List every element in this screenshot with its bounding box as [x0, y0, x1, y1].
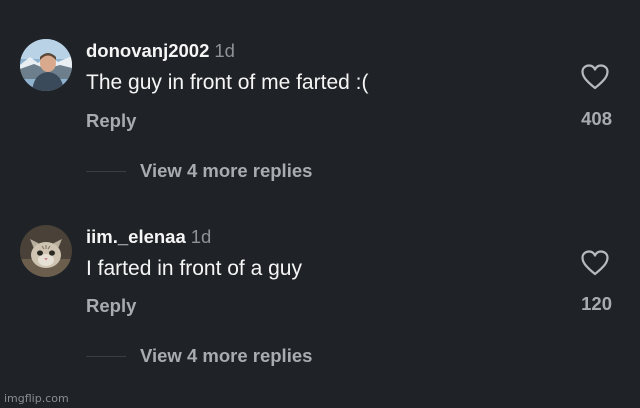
view-more-replies-button[interactable]: View 4 more replies [86, 159, 312, 183]
watermark: imgflip.com [4, 392, 69, 405]
view-more-replies-button[interactable]: View 4 more replies [86, 344, 312, 368]
comments-panel: donovanj2002 1d The guy in front of me fa… [0, 0, 640, 408]
comment-meta: donovanj2002 1d [86, 40, 235, 62]
avatar[interactable] [20, 39, 72, 91]
reply-button[interactable]: Reply [86, 110, 136, 132]
username[interactable]: iim._elenaa [86, 226, 186, 247]
view-replies-label: View 4 more replies [140, 345, 313, 366]
like-count: 408 [581, 108, 612, 129]
username[interactable]: donovanj2002 [86, 40, 209, 61]
timestamp: 1d [214, 40, 235, 61]
avatar[interactable] [20, 225, 72, 277]
divider [86, 170, 126, 172]
divider [86, 355, 126, 357]
comment-text: I farted in front of a guy [86, 257, 302, 280]
heart-outline-icon[interactable] [581, 64, 609, 90]
heart-outline-icon[interactable] [581, 250, 609, 276]
person-outdoors-avatar-icon [20, 39, 72, 91]
like-count: 120 [581, 293, 612, 314]
timestamp: 1d [190, 226, 212, 247]
view-replies-label: View 4 more replies [140, 160, 313, 181]
comment-meta: iim._elenaa 1d [86, 226, 211, 248]
cat-avatar-icon [20, 225, 72, 277]
reply-button[interactable]: Reply [86, 295, 136, 317]
comment-text: The guy in front of me farted :( [86, 71, 369, 94]
